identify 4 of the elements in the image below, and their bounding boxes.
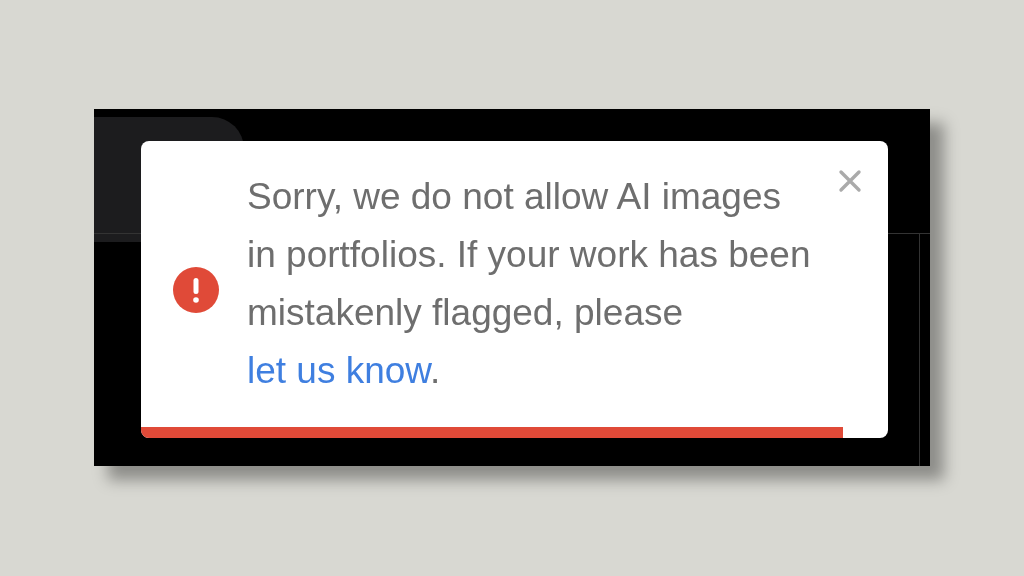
error-message: Sorry, we do not allow AI images in portfolios. If your work has been mistakenly flagged, please let us know.: [247, 174, 812, 393]
close-icon[interactable]: [838, 169, 862, 193]
feedback-link[interactable]: let us know: [247, 349, 431, 391]
alert-icon: [173, 266, 219, 313]
